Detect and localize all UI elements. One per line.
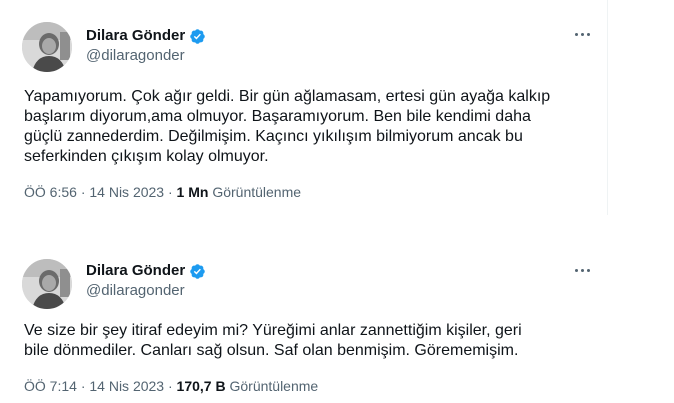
tweet-card[interactable]: Dilara Gönder @dilaragonder Yapamıyorum.…	[0, 0, 608, 215]
views-count: 170,7 B	[176, 378, 226, 394]
author-name[interactable]: Dilara Gönder	[86, 262, 185, 280]
separator: ·	[80, 184, 86, 200]
tweet-text: Yapamıyorum. Çok ağır geldi. Bir gün ağl…	[24, 87, 599, 167]
tweet-text-line: güçlü zannederdim. Değilmişim. Kaçıncı y…	[24, 128, 523, 145]
views-label: Görüntülenme	[212, 184, 302, 200]
tweet-text-line: bile dönmediler. Canları sağ olsun. Saf …	[24, 342, 519, 359]
tweet-text-line: Yapamıyorum. Çok ağır geldi. Bir gün ağl…	[24, 88, 551, 105]
author-handle[interactable]: @dilaragonder	[86, 47, 185, 65]
tweet-timestamp[interactable]: ÖÖ 6:56 · 14 Nis 2023	[24, 184, 164, 200]
tweet-date: 14 Nis 2023	[89, 378, 165, 394]
tweet-text: Ve size bir şey itiraf edeyim mi? Yüreği…	[24, 321, 599, 361]
tweet-text-line: Ve size bir şey itiraf edeyim mi? Yüreği…	[24, 322, 522, 339]
tweet-date: 14 Nis 2023	[89, 184, 165, 200]
tweet-timestamp[interactable]: ÖÖ 7:14 · 14 Nis 2023	[24, 378, 164, 394]
views-label: Görüntülenme	[229, 378, 319, 394]
separator: ·	[167, 184, 173, 200]
column-divider	[607, 0, 608, 215]
separator: ·	[167, 378, 173, 394]
tweet-card[interactable]: Dilara Gönder @dilaragonder Ve size bir …	[0, 246, 608, 403]
tweet-meta: ÖÖ 6:56 · 14 Nis 2023 · 1 Mn Görüntülenm…	[24, 183, 301, 201]
tweet-meta: ÖÖ 7:14 · 14 Nis 2023 · 170,7 B Görüntül…	[24, 377, 318, 395]
author-name[interactable]: Dilara Gönder	[86, 27, 185, 45]
avatar[interactable]	[22, 259, 72, 309]
tweet-text-line: seferkinden çıkışım kolay olmuyor.	[24, 148, 269, 165]
separator: ·	[80, 378, 86, 394]
more-options-icon[interactable]	[570, 263, 594, 277]
tweet-time: ÖÖ 6:56	[24, 184, 77, 200]
tweet-time: ÖÖ 7:14	[24, 378, 77, 394]
verified-badge-icon	[190, 28, 205, 44]
verified-badge-icon	[190, 263, 205, 279]
tweet-text-line: başlarım diyorum,ama olmuyor. Başaramıyo…	[24, 108, 531, 125]
more-options-icon[interactable]	[570, 27, 594, 41]
author-handle[interactable]: @dilaragonder	[86, 282, 185, 300]
avatar[interactable]	[22, 22, 72, 72]
views-count: 1 Mn	[176, 184, 209, 200]
